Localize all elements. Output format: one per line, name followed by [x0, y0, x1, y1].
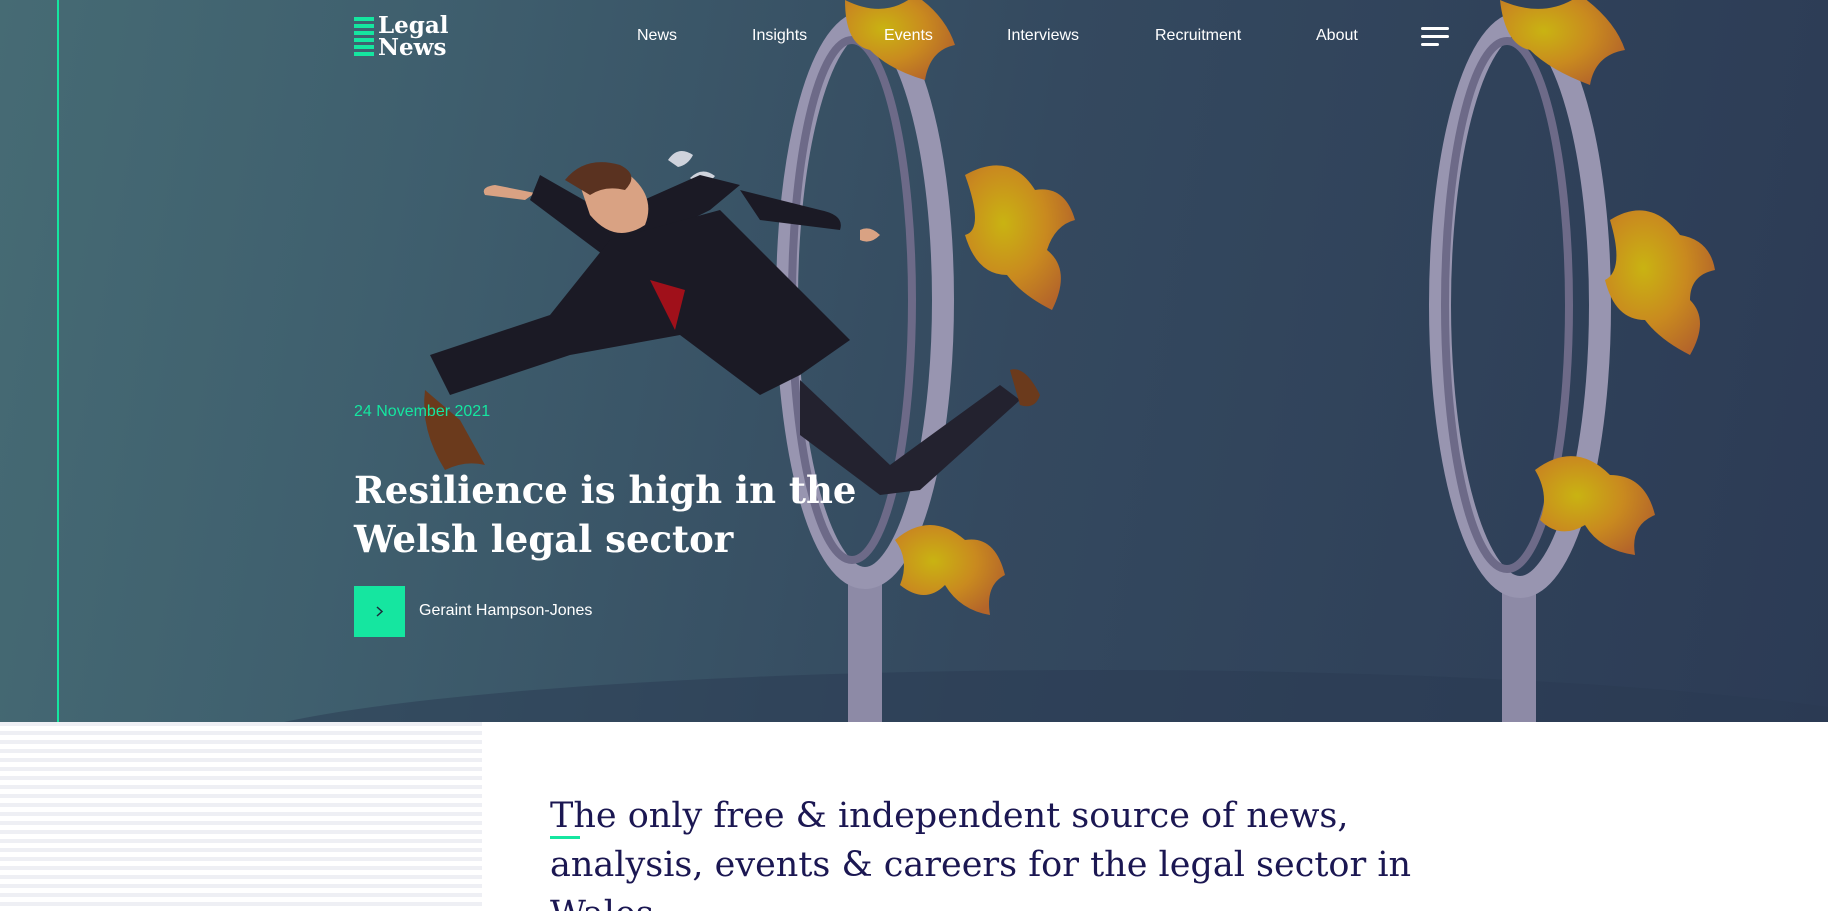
- flaming-hoop-1: [776, 0, 1075, 722]
- hamburger-icon[interactable]: [1421, 27, 1449, 49]
- article-date: 24 November 2021: [354, 403, 491, 420]
- tagline-accent-underline: [550, 836, 580, 839]
- nav-item-about[interactable]: About: [1316, 27, 1358, 45]
- hero-banner: Legal News News Insights Events Intervie…: [0, 0, 1828, 722]
- logo-stripes-icon: [354, 17, 374, 56]
- flaming-hoop-2: [1429, 0, 1715, 722]
- chevron-right-icon: [376, 606, 384, 617]
- site-logo[interactable]: Legal News: [354, 14, 464, 63]
- article-author[interactable]: Geraint Hampson-Jones: [419, 602, 592, 620]
- nav-item-recruitment[interactable]: Recruitment: [1155, 27, 1241, 45]
- hero-illustration: [284, 0, 1828, 722]
- logo-line-2: News: [378, 34, 447, 61]
- nav-item-news[interactable]: News: [637, 27, 677, 45]
- author-link-button[interactable]: [354, 586, 405, 637]
- article-title[interactable]: Resilience is high in the Welsh legal se…: [354, 466, 914, 564]
- nav-item-events[interactable]: Events: [884, 27, 933, 45]
- nav-item-insights[interactable]: Insights: [752, 27, 807, 45]
- nav-item-interviews[interactable]: Interviews: [1007, 27, 1079, 45]
- site-tagline: The only free & independent source of ne…: [550, 796, 1412, 911]
- logo-wordmark: Legal News: [378, 14, 449, 61]
- decorative-stripes: [0, 722, 482, 911]
